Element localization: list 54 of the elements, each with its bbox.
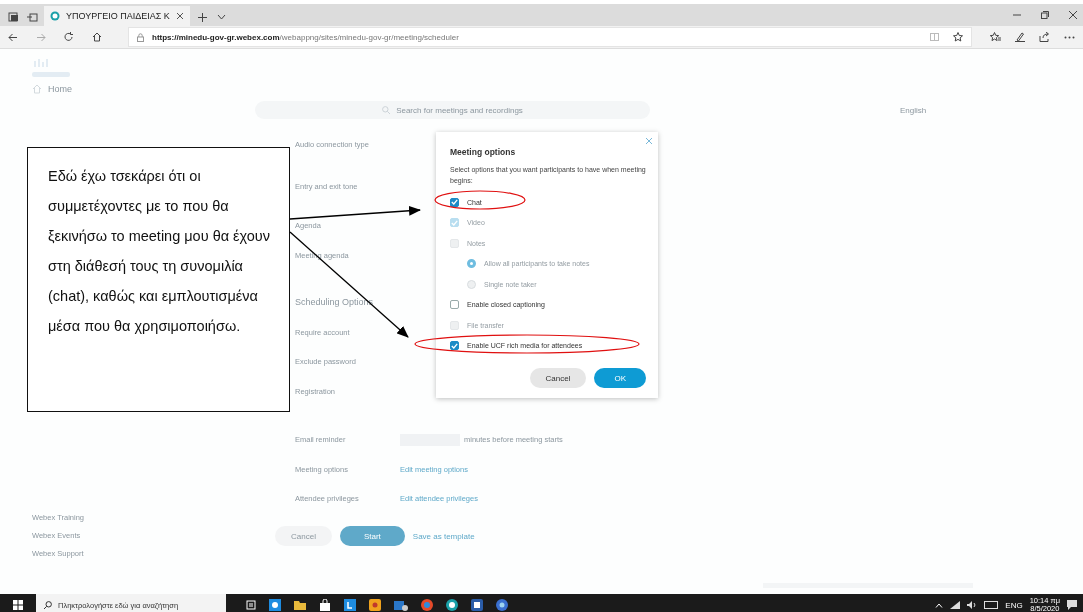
app-tile-icon[interactable]: [394, 599, 408, 611]
checkbox[interactable]: [450, 300, 459, 310]
input-language[interactable]: ENG: [1005, 600, 1023, 610]
cancel-button[interactable]: Cancel: [529, 368, 587, 388]
folder-icon[interactable]: [294, 600, 306, 610]
tabs-aside-icon[interactable]: [8, 12, 19, 22]
back-icon[interactable]: [8, 32, 18, 42]
chevron-down-icon[interactable]: [216, 14, 226, 20]
dialog-title: Meeting options: [450, 147, 517, 157]
app-tile-icon[interactable]: [496, 599, 508, 611]
app-tile-icon[interactable]: [344, 599, 356, 611]
checkbox[interactable]: [450, 341, 459, 351]
chevron-up-icon[interactable]: [935, 602, 944, 608]
store-icon[interactable]: [319, 599, 331, 611]
close-icon[interactable]: [175, 12, 184, 20]
refresh-icon[interactable]: [64, 32, 74, 42]
pen-icon[interactable]: [1015, 32, 1025, 42]
sidebar-item[interactable]: Home: [32, 84, 255, 94]
search-icon: [382, 106, 391, 114]
network-icon[interactable]: [950, 601, 961, 609]
app-tile-icon[interactable]: [369, 599, 381, 611]
address-bar[interactable]: https://minedu-gov-gr.webex.com/webappng/sites/minedu-gov-gr/meeting/scheduler: [128, 27, 972, 47]
new-tab-icon[interactable]: [197, 12, 207, 22]
cancel-button[interactable]: Cancel: [275, 526, 332, 546]
volume-icon[interactable]: [967, 601, 978, 609]
windows-logo-icon[interactable]: [13, 600, 23, 610]
lock-icon: [137, 32, 144, 42]
star-icon[interactable]: [953, 32, 963, 42]
home-icon: [32, 84, 42, 94]
ok-button[interactable]: OK: [594, 368, 646, 388]
checkbox[interactable]: [450, 197, 459, 207]
keyboard-icon[interactable]: [984, 601, 999, 609]
notifications-icon[interactable]: [1067, 600, 1077, 610]
app-tile-icon[interactable]: [421, 599, 433, 611]
home-icon[interactable]: [92, 32, 102, 42]
close-icon[interactable]: [1069, 11, 1077, 19]
task-view-icon[interactable]: [246, 600, 256, 610]
language-selector[interactable]: English: [900, 105, 927, 115]
search-field[interactable]: Search for meetings and recordings: [255, 101, 650, 119]
favorites-icon[interactable]: [990, 32, 1001, 42]
annotation-callout: Εδώ έχω τσεκάρει ότι οι συμμετέχοντες με το που θα ξεκινήσω το meeting μου θα έχουν στη διάθεσή τους τη συνομιλία (chat), καθώς και εμπλουτισμένα μέσα που θα χρησιμοποιήσω.: [27, 147, 290, 412]
app-tile-icon[interactable]: [269, 599, 281, 611]
start-button[interactable]: Start: [339, 526, 405, 546]
more-icon[interactable]: [1064, 35, 1075, 39]
tab-preview-icon[interactable]: [27, 12, 38, 22]
share-icon[interactable]: [1039, 32, 1050, 42]
site-favicon: [50, 11, 60, 21]
app-tile-icon[interactable]: [446, 599, 458, 611]
browser-tab[interactable]: ΥΠΟΥΡΓΕΙΟ ΠΑΙΔΕΙΑΣ Κ: [44, 6, 190, 26]
restore-icon[interactable]: [1041, 11, 1049, 19]
template-link[interactable]: Save as template: [412, 526, 475, 546]
url-text: https://minedu-gov-gr.webex.com/webappng/sites/minedu-gov-gr/meeting/scheduler: [152, 32, 459, 42]
search-icon: [44, 601, 52, 609]
app-tile-icon[interactable]: [471, 599, 483, 611]
